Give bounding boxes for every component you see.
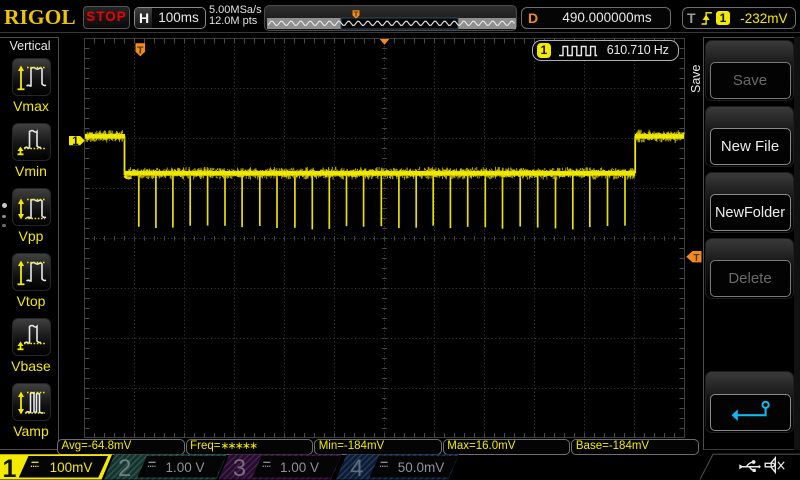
svg-text:1: 1 xyxy=(72,136,79,148)
svg-text:T: T xyxy=(693,252,700,264)
svg-text:2: 2 xyxy=(118,455,131,480)
svg-text:1.00 V: 1.00 V xyxy=(280,460,319,475)
svg-text:4: 4 xyxy=(350,455,363,480)
svg-text:T: T xyxy=(137,44,144,56)
svg-text:100mV: 100mV xyxy=(50,460,93,475)
svg-text:1.00 V: 1.00 V xyxy=(165,460,204,475)
svg-text:50.0mV: 50.0mV xyxy=(398,460,445,475)
svg-text:1: 1 xyxy=(3,455,17,480)
svg-text:3: 3 xyxy=(233,455,246,480)
